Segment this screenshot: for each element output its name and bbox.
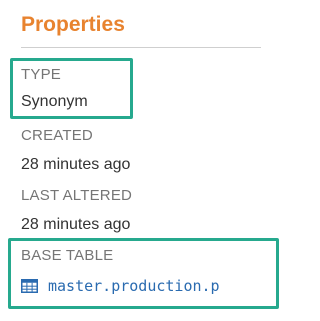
last-altered-label: LAST ALTERED [21, 187, 133, 204]
panel-heading: Properties [21, 13, 125, 36]
created-label: CREATED [21, 127, 93, 144]
last-altered-section: LAST ALTERED 28 minutes ago [21, 186, 132, 236]
properties-panel: Properties TYPE Synonym CREATED 28 minut… [0, 0, 285, 321]
created-section: CREATED 28 minutes ago [21, 126, 130, 176]
type-highlight-box [10, 58, 133, 119]
last-altered-value: 28 minutes ago [21, 216, 131, 233]
created-value: 28 minutes ago [21, 156, 131, 173]
base-table-highlight-box [8, 238, 279, 309]
heading-divider [21, 47, 261, 48]
